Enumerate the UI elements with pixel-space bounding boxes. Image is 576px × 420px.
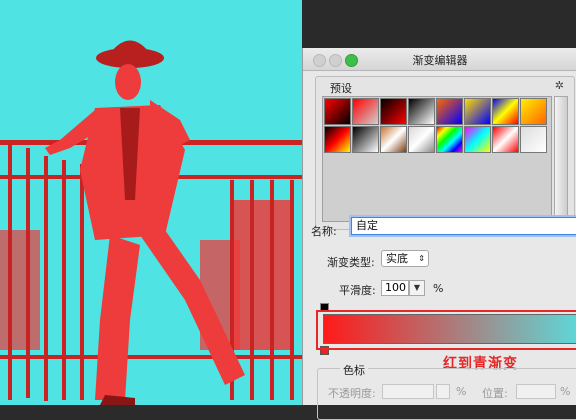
- preset-swatch[interactable]: [352, 98, 379, 125]
- preset-swatch[interactable]: [464, 126, 491, 153]
- gradient-editor-dialog: 渐变编辑器 预设 ✲ 名称: 自定 渐变类型: 实底 ⇕ 平滑度: 100 ▼ …: [302, 48, 576, 420]
- smoothness-label: 平滑度:: [339, 284, 376, 297]
- smoothness-dropdown-button[interactable]: ▼: [409, 280, 425, 296]
- preset-swatch[interactable]: [436, 126, 463, 153]
- preset-swatch[interactable]: [436, 98, 463, 125]
- preset-swatch[interactable]: [492, 98, 519, 125]
- preset-swatch[interactable]: [464, 98, 491, 125]
- color-stops-label: 色标: [340, 362, 368, 378]
- preset-swatch[interactable]: [324, 98, 351, 125]
- image-canvas: [0, 0, 302, 405]
- preset-swatches: [322, 96, 552, 222]
- annotation-box: [316, 310, 576, 350]
- opacity-unit: %: [456, 385, 467, 398]
- smoothness-input[interactable]: 100: [381, 280, 409, 296]
- position-input[interactable]: [516, 384, 556, 399]
- preset-swatch[interactable]: [380, 126, 407, 153]
- preset-swatch[interactable]: [492, 126, 519, 153]
- gear-icon[interactable]: ✲: [555, 79, 564, 92]
- gradient-type-select[interactable]: 实底 ⇕: [381, 250, 429, 267]
- presets-label: 预设: [330, 82, 352, 95]
- preset-swatch[interactable]: [380, 98, 407, 125]
- opacity-dropdown-button[interactable]: [436, 384, 450, 399]
- panel-background: [302, 0, 576, 48]
- updown-icon: ⇕: [418, 254, 425, 263]
- presets-scrollbar[interactable]: [554, 96, 568, 220]
- gradient-type-label: 渐变类型:: [327, 256, 375, 269]
- presets-group: 预设 ✲: [315, 76, 575, 230]
- gradient-type-value: 实底: [386, 252, 408, 265]
- photo-woman-on-balcony: [0, 40, 302, 405]
- title-bar[interactable]: 渐变编辑器: [303, 48, 576, 71]
- name-input[interactable]: 自定: [351, 217, 576, 235]
- position-label: 位置:: [482, 387, 508, 400]
- preset-swatch[interactable]: [408, 126, 435, 153]
- position-unit: %: [560, 385, 571, 398]
- opacity-label: 不透明度:: [328, 387, 376, 400]
- preset-swatch[interactable]: [324, 126, 351, 153]
- preset-swatch[interactable]: [520, 98, 547, 125]
- preset-swatch[interactable]: [520, 126, 547, 153]
- opacity-input[interactable]: [382, 384, 434, 399]
- name-label: 名称:: [311, 225, 337, 238]
- smoothness-unit: %: [433, 282, 444, 295]
- preset-swatch[interactable]: [408, 98, 435, 125]
- preset-swatch[interactable]: [352, 126, 379, 153]
- color-stops-group: 色标 不透明度: % 位置: %: [317, 362, 576, 420]
- dialog-title: 渐变编辑器: [412, 54, 468, 67]
